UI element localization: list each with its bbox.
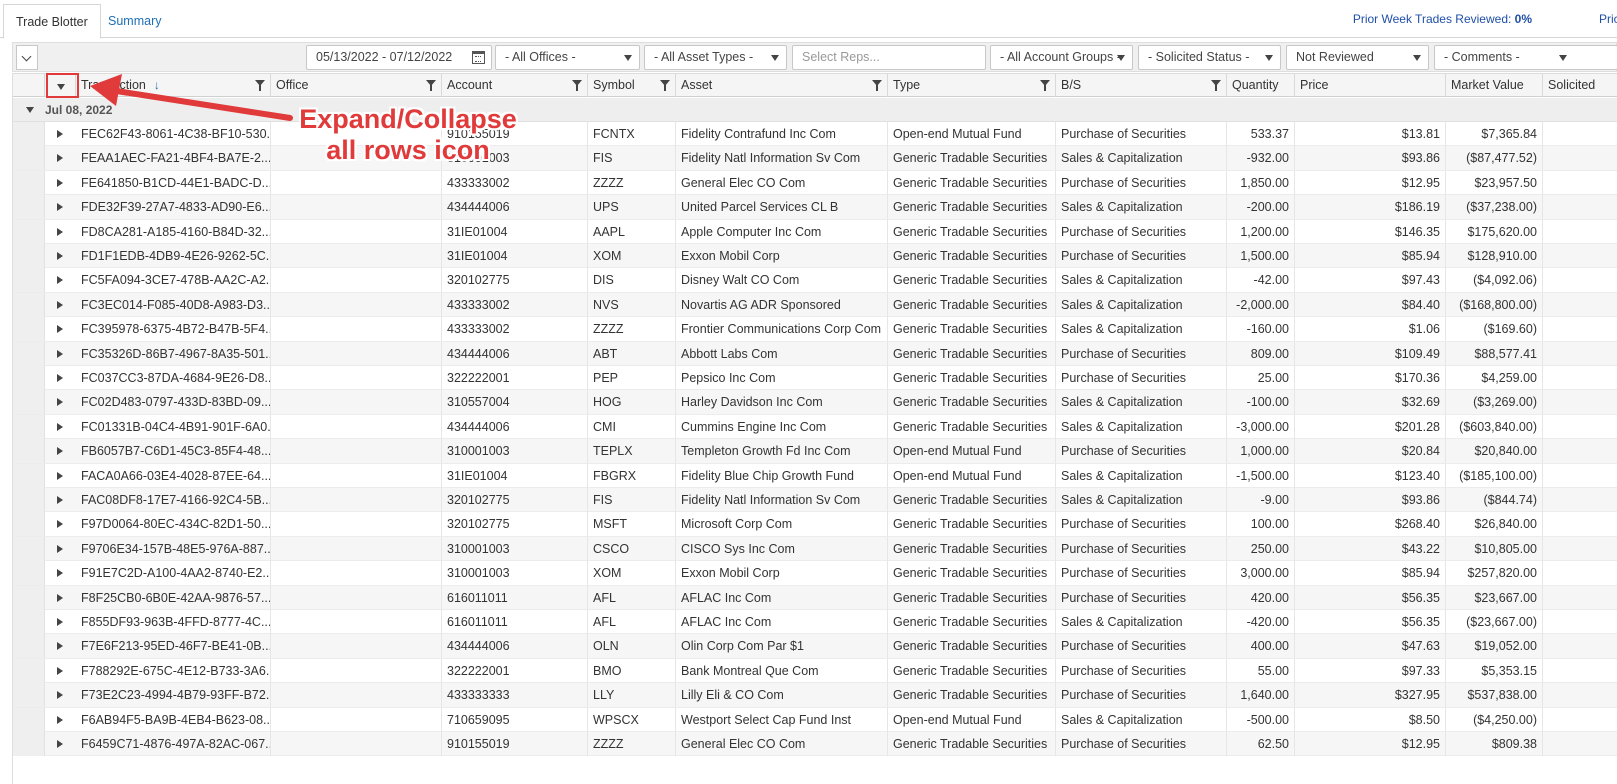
annotation-line-2: all rows icon [326, 135, 490, 165]
annotation-line-1: Expand/Collapse [299, 104, 517, 134]
annotation-callout: Expand/Collapse all rows icon [290, 104, 526, 166]
annotation-arrow [90, 74, 293, 121]
